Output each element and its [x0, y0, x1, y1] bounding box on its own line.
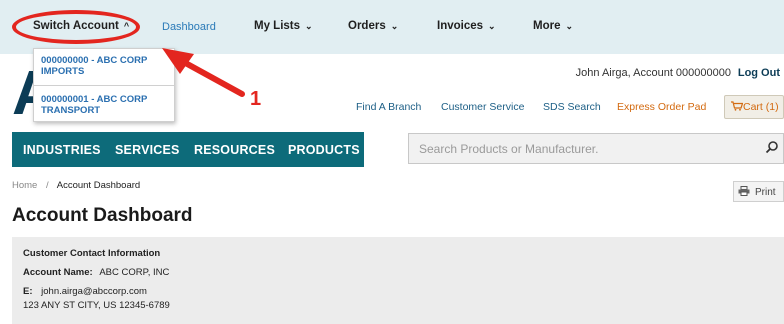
invoices-label: Invoices [437, 20, 484, 32]
nav-services[interactable]: SERVICES [115, 143, 180, 157]
cart-label: Cart (1) [743, 101, 779, 113]
account-option-name: IMPORTS [41, 66, 85, 77]
search-icon[interactable] [765, 140, 779, 154]
annotation-arrow-icon [162, 48, 245, 97]
main-nav: INDUSTRIES SERVICES RESOURCES PRODUCTS [12, 132, 364, 167]
find-branch-link[interactable]: Find A Branch [356, 101, 421, 113]
account-option-number: 000000000 - ABC CORP [41, 55, 148, 66]
chevron-down-icon: ⌄ [565, 21, 574, 31]
orders-menu[interactable]: Orders ⌄ [348, 20, 398, 32]
nav-products[interactable]: PRODUCTS [288, 143, 360, 157]
cart-icon [731, 101, 744, 111]
nav-industries[interactable]: INDUSTRIES [23, 143, 101, 157]
breadcrumb-separator: / [45, 180, 49, 191]
invoices-menu[interactable]: Invoices ⌄ [437, 20, 496, 32]
account-option-imports[interactable]: 000000000 - ABC CORP IMPORTS [41, 55, 147, 77]
print-label: Print [755, 187, 776, 198]
more-label: More [533, 20, 561, 32]
breadcrumb: Home / Account Dashboard [12, 180, 140, 191]
my-lists-label: My Lists [254, 20, 301, 32]
annotation-number: 1 [250, 88, 262, 110]
customer-contact-panel: Customer Contact Information Account Nam… [12, 237, 784, 324]
address-line: 123 ANY ST CITY, US 12345-6789 [23, 300, 170, 311]
breadcrumb-current: Account Dashboard [56, 180, 141, 191]
express-order-pad-link[interactable]: Express Order Pad [617, 101, 706, 113]
page-title: Account Dashboard [12, 205, 193, 226]
search-input[interactable]: Search Products or Manufacturer. [408, 133, 784, 164]
account-option-number: 000000001 - ABC CORP [41, 94, 148, 105]
account-user-text: John Airga, Account 000000000 [575, 67, 731, 79]
logout-link[interactable]: Log Out [738, 67, 780, 79]
orders-label: Orders [348, 20, 386, 32]
email-row: E: john.airga@abccorp.com [23, 286, 147, 297]
chevron-down-icon: ⌄ [390, 21, 399, 31]
email-label: E: [23, 286, 33, 297]
printer-icon [738, 186, 750, 196]
account-name-value: ABC CORP, INC [99, 267, 170, 278]
contact-heading: Customer Contact Information [23, 248, 161, 259]
chevron-down-icon: ⌄ [488, 21, 496, 31]
my-lists-menu[interactable]: My Lists ⌄ [254, 20, 313, 32]
account-option-name: TRANSPORT [41, 105, 101, 116]
chevron-down-icon: ⌄ [305, 21, 313, 31]
customer-service-link[interactable]: Customer Service [441, 101, 524, 113]
nav-resources[interactable]: RESOURCES [194, 143, 275, 157]
cart-button[interactable]: Cart (1) [724, 95, 784, 119]
email-value[interactable]: john.airga@abccorp.com [41, 286, 147, 297]
annotation-oval [12, 10, 140, 44]
sds-search-link[interactable]: SDS Search [543, 101, 601, 113]
more-menu[interactable]: More ⌄ [533, 20, 573, 32]
account-name-row: Account Name: ABC CORP, INC [23, 267, 169, 278]
dashboard-link[interactable]: Dashboard [162, 21, 216, 33]
search-placeholder: Search Products or Manufacturer. [419, 142, 599, 156]
breadcrumb-home[interactable]: Home [12, 180, 37, 191]
print-button[interactable]: Print [733, 181, 784, 202]
account-name-label: Account Name: [23, 267, 93, 278]
account-option-transport[interactable]: 000000001 - ABC CORP TRANSPORT [41, 94, 147, 116]
